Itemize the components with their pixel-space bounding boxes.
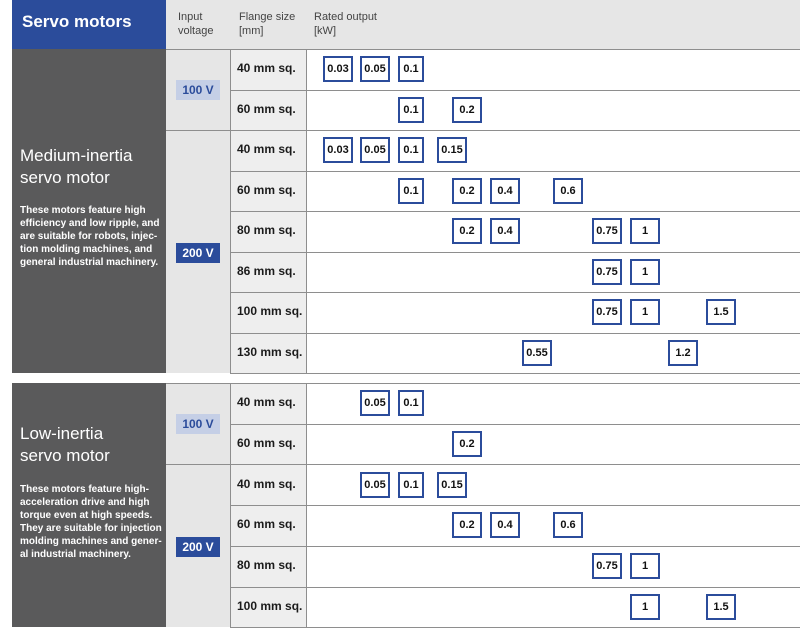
flange-size-label: 60 mm sq. [237,101,296,116]
row-divider [166,383,800,384]
rated-output-box: 0.55 [522,339,552,366]
rated-output-box: 1 [630,553,660,580]
row-divider [230,423,800,425]
rated-output-box: 0.05 [360,390,390,417]
low-inertia-title: Low-inertia servo motor [20,423,110,467]
flange-size-label: 40 mm sq. [237,395,296,410]
rated-output-box: 0.03 [323,56,353,83]
rated-output-box: 1.5 [706,593,736,620]
rated-output-box: 0.75 [592,299,622,326]
rated-output-box: 1 [630,258,660,285]
rated-output-box: 0.05 [360,137,390,164]
flange-size-label: 130 mm sq. [237,344,303,359]
low-voltage-200-badge: 200 V [176,537,220,557]
low-voltage-100-badge: 100 V [176,414,220,434]
row-divider [230,292,800,293]
rated-output-header: Rated output [kW] [314,11,377,37]
flange-size-label: 40 mm sq. [237,476,296,491]
rated-output-box: 1 [630,299,660,326]
row-divider [230,211,800,212]
row-divider [230,505,800,507]
rated-output-box: 0.1 [398,390,424,417]
row-divider [230,373,800,374]
rated-output-box: 0.75 [592,218,622,245]
flange-size-label: 100 mm sq. [237,304,303,319]
rated-output-box: 0.2 [452,218,482,245]
flange-size-label: 40 mm sq. [237,142,296,157]
rated-output-box: 0.6 [553,177,583,204]
flange-size-label: 60 mm sq. [237,517,296,532]
row-divider [230,545,800,547]
medium-inertia-title: Medium-inertia servo motor [20,145,132,189]
rated-output-box: 0.1 [398,137,424,164]
row-divider [166,49,800,50]
rated-output-box: 0.1 [398,177,424,204]
rated-output-box: 1 [630,593,660,620]
medium-voltage-200-badge: 200 V [176,243,220,263]
medium-inertia-title-line1: Medium-inertia [20,146,133,165]
flange-size-label: 60 mm sq. [237,182,296,197]
medium-inertia-description: These motors feature high efficiency and… [20,205,160,268]
low-inertia-title-line1: Low-inertia [20,424,104,443]
rated-output-box: 0.75 [592,258,622,285]
medium-inertia-panel: Medium-inertia servo motor These motors … [12,49,166,373]
flange-size-label: 80 mm sq. [237,223,296,238]
flange-size-label: 60 mm sq. [237,436,296,451]
rated-output-box: 0.03 [323,137,353,164]
low-inertia-description: These motors feature high-acceleration d… [20,484,162,560]
rated-output-box: 0.15 [437,137,467,164]
rated-output-box: 0.6 [553,512,583,539]
flange-size-label: 80 mm sq. [237,558,296,573]
rated-output-box: 0.2 [452,512,482,539]
row-divider [166,464,800,466]
row-divider [230,251,800,253]
rated-output-box: 0.4 [490,512,520,539]
rated-output-box: 0.75 [592,553,622,580]
rated-output-box: 0.1 [398,96,424,123]
rated-output-box: 0.4 [490,177,520,204]
input-voltage-header: Input voltage [178,11,214,37]
flange-size-label: 100 mm sq. [237,598,303,613]
rated-output-box: 1 [630,218,660,245]
row-divider [166,130,800,131]
flange-size-label: 86 mm sq. [237,263,296,278]
rated-output-box: 1.2 [668,339,698,366]
medium-inertia-title-line2: servo motor [20,168,110,187]
flange-size-header: Flange size [mm] [239,11,296,37]
rated-output-box: 0.4 [490,218,520,245]
page-title: Servo motors [12,0,166,49]
rated-output-box: 0.05 [360,56,390,83]
rated-output-box: 0.1 [398,471,424,498]
row-divider [230,170,800,172]
rated-output-box: 1.5 [706,299,736,326]
flange-size-label: 40 mm sq. [237,61,296,76]
rated-output-box: 0.1 [398,56,424,83]
rated-output-box: 0.2 [452,96,482,123]
medium-voltage-100-badge: 100 V [176,80,220,100]
low-inertia-panel: Low-inertia servo motor These motors fea… [12,383,166,627]
row-divider [230,89,800,91]
rated-output-box: 0.15 [437,471,467,498]
row-divider [230,586,800,588]
rated-output-box: 0.2 [452,177,482,204]
row-divider [230,332,800,334]
rated-output-box: 0.2 [452,431,482,458]
low-inertia-title-line2: servo motor [20,446,110,465]
rated-output-box: 0.05 [360,471,390,498]
